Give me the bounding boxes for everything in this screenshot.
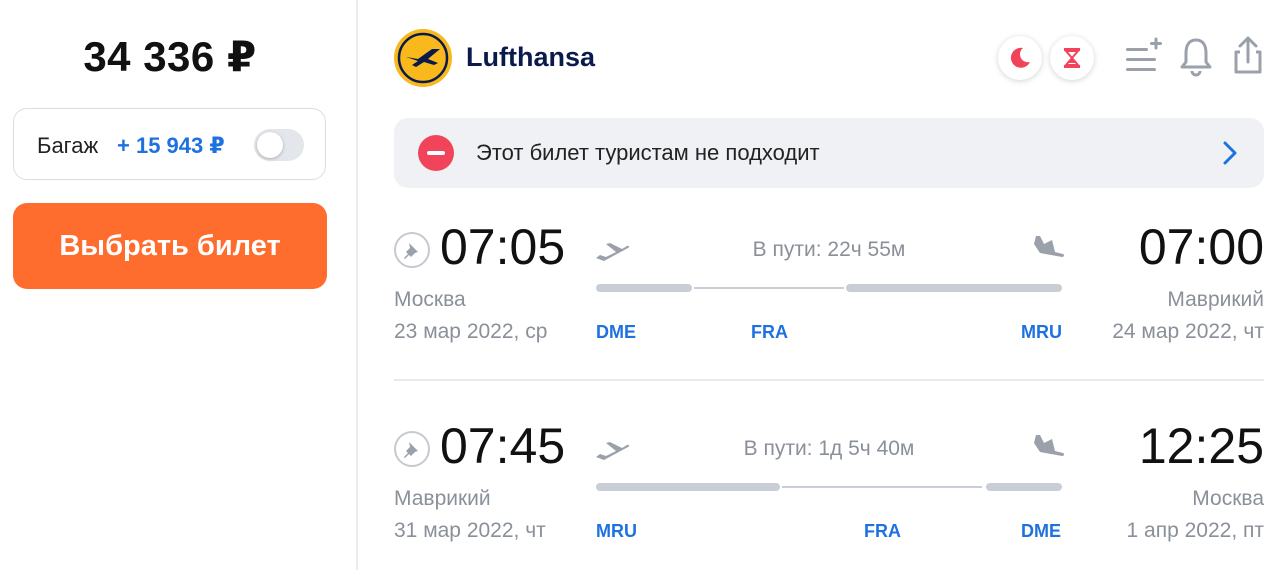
arrival-city: Маврикий bbox=[1167, 288, 1264, 311]
segment-divider bbox=[394, 379, 1264, 381]
night-flight-icon[interactable] bbox=[998, 36, 1042, 80]
arrival-date: 1 апр 2022, пт bbox=[1126, 519, 1264, 542]
arrival-date: 24 мар 2022, чт bbox=[1112, 320, 1264, 343]
arrival-time: 07:00 bbox=[1138, 219, 1264, 275]
long-layover-icon[interactable] bbox=[1050, 36, 1094, 80]
pin-icon[interactable] bbox=[394, 431, 430, 467]
landing-icon bbox=[1034, 435, 1065, 456]
airport-code[interactable]: DME bbox=[596, 322, 636, 343]
landing-icon bbox=[1034, 236, 1065, 257]
route-leg bbox=[846, 284, 1062, 292]
select-ticket-button[interactable]: Выбрать билет bbox=[13, 203, 327, 289]
crane-icon bbox=[397, 32, 449, 84]
airport-code[interactable]: FRA bbox=[751, 322, 788, 343]
route-leg bbox=[596, 284, 692, 292]
flight-segment-outbound[interactable]: 07:05 Москва 23 мар 2022, ср В пути: 22ч… bbox=[394, 206, 1264, 356]
takeoff-icon bbox=[596, 243, 630, 261]
layover-line bbox=[694, 287, 844, 289]
route-leg bbox=[596, 483, 780, 491]
stop-icon bbox=[418, 135, 454, 171]
departure-city: Маврикий bbox=[394, 487, 491, 510]
departure-date: 23 мар 2022, ср bbox=[394, 320, 548, 343]
route-line bbox=[596, 481, 1062, 491]
airline-logo bbox=[394, 29, 452, 87]
flight-segment-return[interactable]: 07:45 Маврикий 31 мар 2022, чт В пути: 1… bbox=[394, 405, 1264, 555]
share-icon[interactable] bbox=[1228, 34, 1268, 78]
baggage-price: + 15 943 ₽ bbox=[117, 133, 225, 158]
warning-text: Этот билет туристам не подходит bbox=[476, 140, 820, 165]
tourist-warning-banner[interactable]: Этот билет туристам не подходит bbox=[394, 118, 1264, 188]
flight-duration: В пути: 22ч 55м bbox=[752, 238, 906, 261]
flight-duration: В пути: 1д 5ч 40м bbox=[743, 437, 915, 460]
arrival-city: Москва bbox=[1192, 487, 1264, 510]
add-to-list-icon[interactable] bbox=[1124, 34, 1164, 78]
baggage-label: Багаж bbox=[37, 133, 99, 158]
departure-time: 07:45 bbox=[440, 418, 566, 474]
layover-line bbox=[782, 486, 982, 488]
arrival-time: 12:25 bbox=[1138, 418, 1264, 474]
airport-code[interactable]: FRA bbox=[864, 521, 901, 542]
departure-time: 07:05 bbox=[440, 219, 566, 275]
airport-code[interactable]: DME bbox=[1021, 521, 1061, 542]
airline-name: Lufthansa bbox=[466, 42, 596, 72]
departure-city: Москва bbox=[394, 288, 466, 311]
takeoff-icon bbox=[596, 442, 630, 460]
chevron-right-icon bbox=[1223, 141, 1237, 165]
ticket-details: Lufthansa Этот билет туристам не подходи… bbox=[358, 0, 1280, 570]
departure-date: 31 мар 2022, чт bbox=[394, 519, 546, 542]
pin-icon[interactable] bbox=[394, 232, 430, 268]
route-line bbox=[596, 282, 1062, 292]
price-panel: 34 336 ₽ Багаж + 15 943 ₽ Выбрать билет bbox=[0, 0, 358, 570]
bell-icon[interactable] bbox=[1176, 34, 1216, 78]
route-leg bbox=[986, 483, 1062, 491]
ticket-price: 34 336 ₽ bbox=[83, 33, 257, 80]
airport-code[interactable]: MRU bbox=[1021, 322, 1062, 343]
baggage-option[interactable]: Багаж + 15 943 ₽ bbox=[13, 108, 326, 180]
airport-code[interactable]: MRU bbox=[596, 521, 637, 542]
baggage-toggle[interactable] bbox=[254, 129, 304, 161]
toggle-knob bbox=[257, 132, 283, 158]
